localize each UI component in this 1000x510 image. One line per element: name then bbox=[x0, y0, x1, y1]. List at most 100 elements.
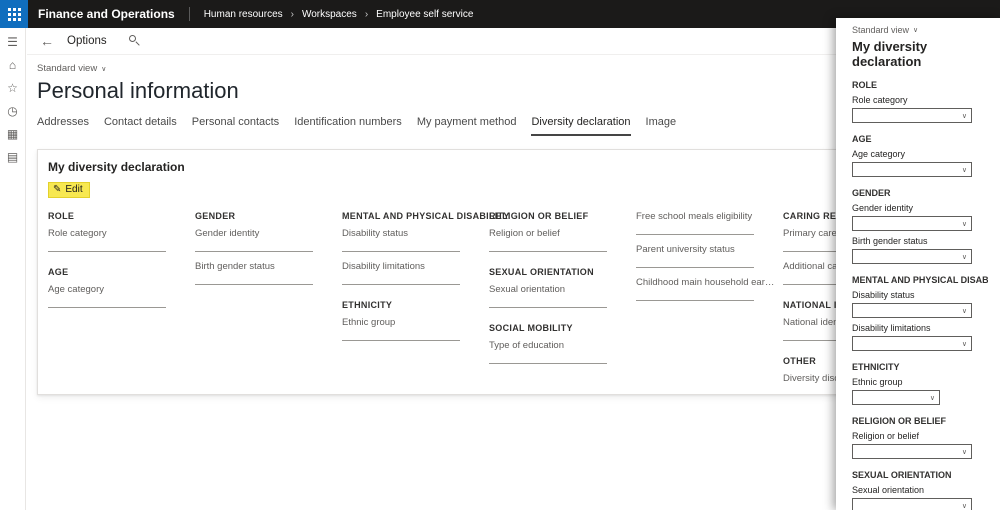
waffle-icon bbox=[7, 7, 21, 21]
group-header-religion-or-belief: RELIGION OR BELIEF bbox=[489, 211, 589, 221]
card-column-3: MENTAL AND PHYSICAL DISABILITY Disability… bbox=[342, 211, 510, 394]
religion-or-belief-combobox[interactable]: ∨ bbox=[852, 444, 972, 459]
panel-section-header: GENDER bbox=[852, 188, 891, 198]
card-column-4: RELIGION OR BELIEF Religion or belief SEXU… bbox=[489, 211, 636, 394]
field-label: Gender identity bbox=[195, 228, 260, 239]
role-category-combobox[interactable]: ∨ bbox=[852, 108, 972, 123]
field-label: Religion or belief bbox=[489, 228, 560, 239]
field-value-underline[interactable] bbox=[48, 239, 166, 252]
panel-field-label: Religion or belief bbox=[852, 431, 920, 441]
home-icon[interactable]: ⌂ bbox=[9, 59, 16, 72]
chevron-down-icon: ∨ bbox=[961, 253, 967, 261]
field-value-underline[interactable] bbox=[489, 351, 607, 364]
chevron-down-icon: ∨ bbox=[961, 166, 967, 174]
field-disability-limitations: Disability limitations bbox=[342, 261, 489, 285]
group-header-age: AGE bbox=[48, 267, 69, 277]
field-value-underline[interactable] bbox=[342, 328, 460, 341]
options-menu[interactable]: Options bbox=[67, 35, 107, 47]
panel-field-label: Disability limitations bbox=[852, 323, 931, 333]
panel-section-gender: GENDER Gender identity ∨ Birth gender statu… bbox=[852, 188, 988, 264]
chevron-right-icon: › bbox=[364, 8, 369, 20]
field-value-underline[interactable] bbox=[342, 272, 460, 285]
workspaces-icon[interactable]: ▦ bbox=[7, 128, 18, 141]
diversity-declaration-flyout: Standard view ∨ My diversity declaration… bbox=[836, 18, 1000, 510]
sexual-orientation-combobox[interactable]: ∨ bbox=[852, 498, 972, 510]
panel-field-label: Age category bbox=[852, 149, 906, 159]
field-role-category: Role category bbox=[48, 228, 195, 252]
group-header-gender: GENDER bbox=[195, 211, 236, 221]
chevron-down-icon: ∨ bbox=[929, 394, 935, 402]
field-value-underline[interactable] bbox=[636, 255, 754, 268]
edit-button[interactable]: ✎ Edit bbox=[48, 182, 90, 198]
chevron-down-icon: ∨ bbox=[913, 27, 919, 34]
card-column-5: Free school meals eligibility Parent univ… bbox=[636, 211, 783, 394]
breadcrumb-item-human-resources[interactable]: Human resources bbox=[204, 9, 283, 20]
panel-field-label: Role category bbox=[852, 95, 908, 105]
recent-clock-icon[interactable]: ◷ bbox=[7, 105, 17, 118]
gender-identity-combobox[interactable]: ∨ bbox=[852, 216, 972, 231]
chevron-down-icon: ∨ bbox=[961, 307, 967, 315]
field-label: Sexual orientation bbox=[489, 284, 566, 295]
panel-view-selector[interactable]: Standard view ∨ bbox=[852, 25, 988, 35]
panel-view-selector-label: Standard view bbox=[852, 25, 910, 35]
field-ethnic-group: Ethnic group bbox=[342, 317, 489, 341]
field-label: Ethnic group bbox=[342, 317, 396, 328]
birth-gender-status-combobox[interactable]: ∨ bbox=[852, 249, 972, 264]
chevron-down-icon: ∨ bbox=[961, 448, 967, 456]
ethnic-group-combobox[interactable]: ∨ bbox=[852, 390, 940, 405]
modules-icon[interactable]: ▤ bbox=[7, 151, 18, 164]
tab-image[interactable]: Image bbox=[646, 116, 677, 136]
panel-section-age: AGE Age category ∨ bbox=[852, 134, 988, 177]
field-birth-gender-status: Birth gender status bbox=[195, 261, 342, 285]
chevron-down-icon: ∨ bbox=[961, 340, 967, 348]
field-gender-identity: Gender identity bbox=[195, 228, 342, 252]
chevron-right-icon: › bbox=[290, 8, 294, 20]
app-launcher-button[interactable] bbox=[0, 0, 28, 28]
group-header-mental-and-physical-disability: MENTAL AND PHYSICAL DISABILITY bbox=[342, 211, 510, 221]
tab-personal-contacts[interactable]: Personal contacts bbox=[192, 116, 279, 136]
search-button[interactable] bbox=[128, 35, 141, 47]
field-label: Free school meals eligibility bbox=[636, 211, 753, 222]
tab-identification-numbers[interactable]: Identification numbers bbox=[294, 116, 402, 136]
field-value-underline[interactable] bbox=[489, 239, 607, 252]
breadcrumb-item-workspaces[interactable]: Workspaces bbox=[302, 9, 357, 20]
field-value-underline[interactable] bbox=[195, 239, 313, 252]
field-value-underline[interactable] bbox=[48, 295, 166, 308]
chevron-down-icon: ∨ bbox=[101, 65, 107, 73]
panel-section-religion-or-belief: RELIGION OR BELIEF Religion or belief ∨ bbox=[852, 416, 988, 459]
field-disability-status: Disability status bbox=[342, 228, 489, 252]
app-title[interactable]: Finance and Operations bbox=[38, 7, 175, 21]
panel-section-ethnicity: ETHNICITY Ethnic group ∨ bbox=[852, 362, 988, 405]
panel-section-role: ROLE Role category ∨ bbox=[852, 80, 988, 123]
tab-my-payment-method[interactable]: My payment method bbox=[417, 116, 517, 136]
panel-section-mental-and-physical-disability: MENTAL AND PHYSICAL DISABILITY Disability… bbox=[852, 275, 988, 351]
field-label: Disability status bbox=[342, 228, 408, 239]
field-value-underline[interactable] bbox=[636, 222, 754, 235]
edit-pencil-icon: ✎ bbox=[53, 184, 62, 195]
field-value-underline[interactable] bbox=[489, 295, 607, 308]
panel-field-label: Sexual orientation bbox=[852, 485, 925, 495]
group-header-social-mobility: SOCIAL MOBILITY bbox=[489, 323, 573, 333]
chevron-down-icon: ∨ bbox=[961, 220, 967, 228]
disability-status-combobox[interactable]: ∨ bbox=[852, 303, 972, 318]
menu-icon[interactable]: ☰ bbox=[7, 36, 18, 49]
panel-section-header: SEXUAL ORIENTATION bbox=[852, 470, 952, 480]
breadcrumb: Human resources › Workspaces › Employee self… bbox=[204, 9, 474, 20]
field-label: Age category bbox=[48, 284, 104, 295]
back-button[interactable]: ← bbox=[40, 34, 54, 48]
header-divider bbox=[188, 7, 190, 21]
breadcrumb-item-employee-self-service[interactable]: Employee self service bbox=[376, 9, 473, 20]
panel-section-header: ETHNICITY bbox=[852, 362, 900, 372]
field-free-school-meals-eligibility: Free school meals eligibility bbox=[636, 211, 783, 235]
favorites-star-icon[interactable]: ☆ bbox=[7, 82, 18, 95]
field-value-underline[interactable] bbox=[195, 272, 313, 285]
tab-addresses[interactable]: Addresses bbox=[37, 116, 89, 136]
view-selector-label: Standard view bbox=[37, 63, 98, 74]
panel-section-header: RELIGION OR BELIEF bbox=[852, 416, 947, 426]
tab-contact-details[interactable]: Contact details bbox=[104, 116, 177, 136]
age-category-combobox[interactable]: ∨ bbox=[852, 162, 972, 177]
tab-diversity-declaration[interactable]: Diversity declaration bbox=[531, 116, 631, 136]
field-value-underline[interactable] bbox=[342, 239, 460, 252]
disability-limitations-combobox[interactable]: ∨ bbox=[852, 336, 972, 351]
field-value-underline[interactable] bbox=[636, 288, 754, 301]
